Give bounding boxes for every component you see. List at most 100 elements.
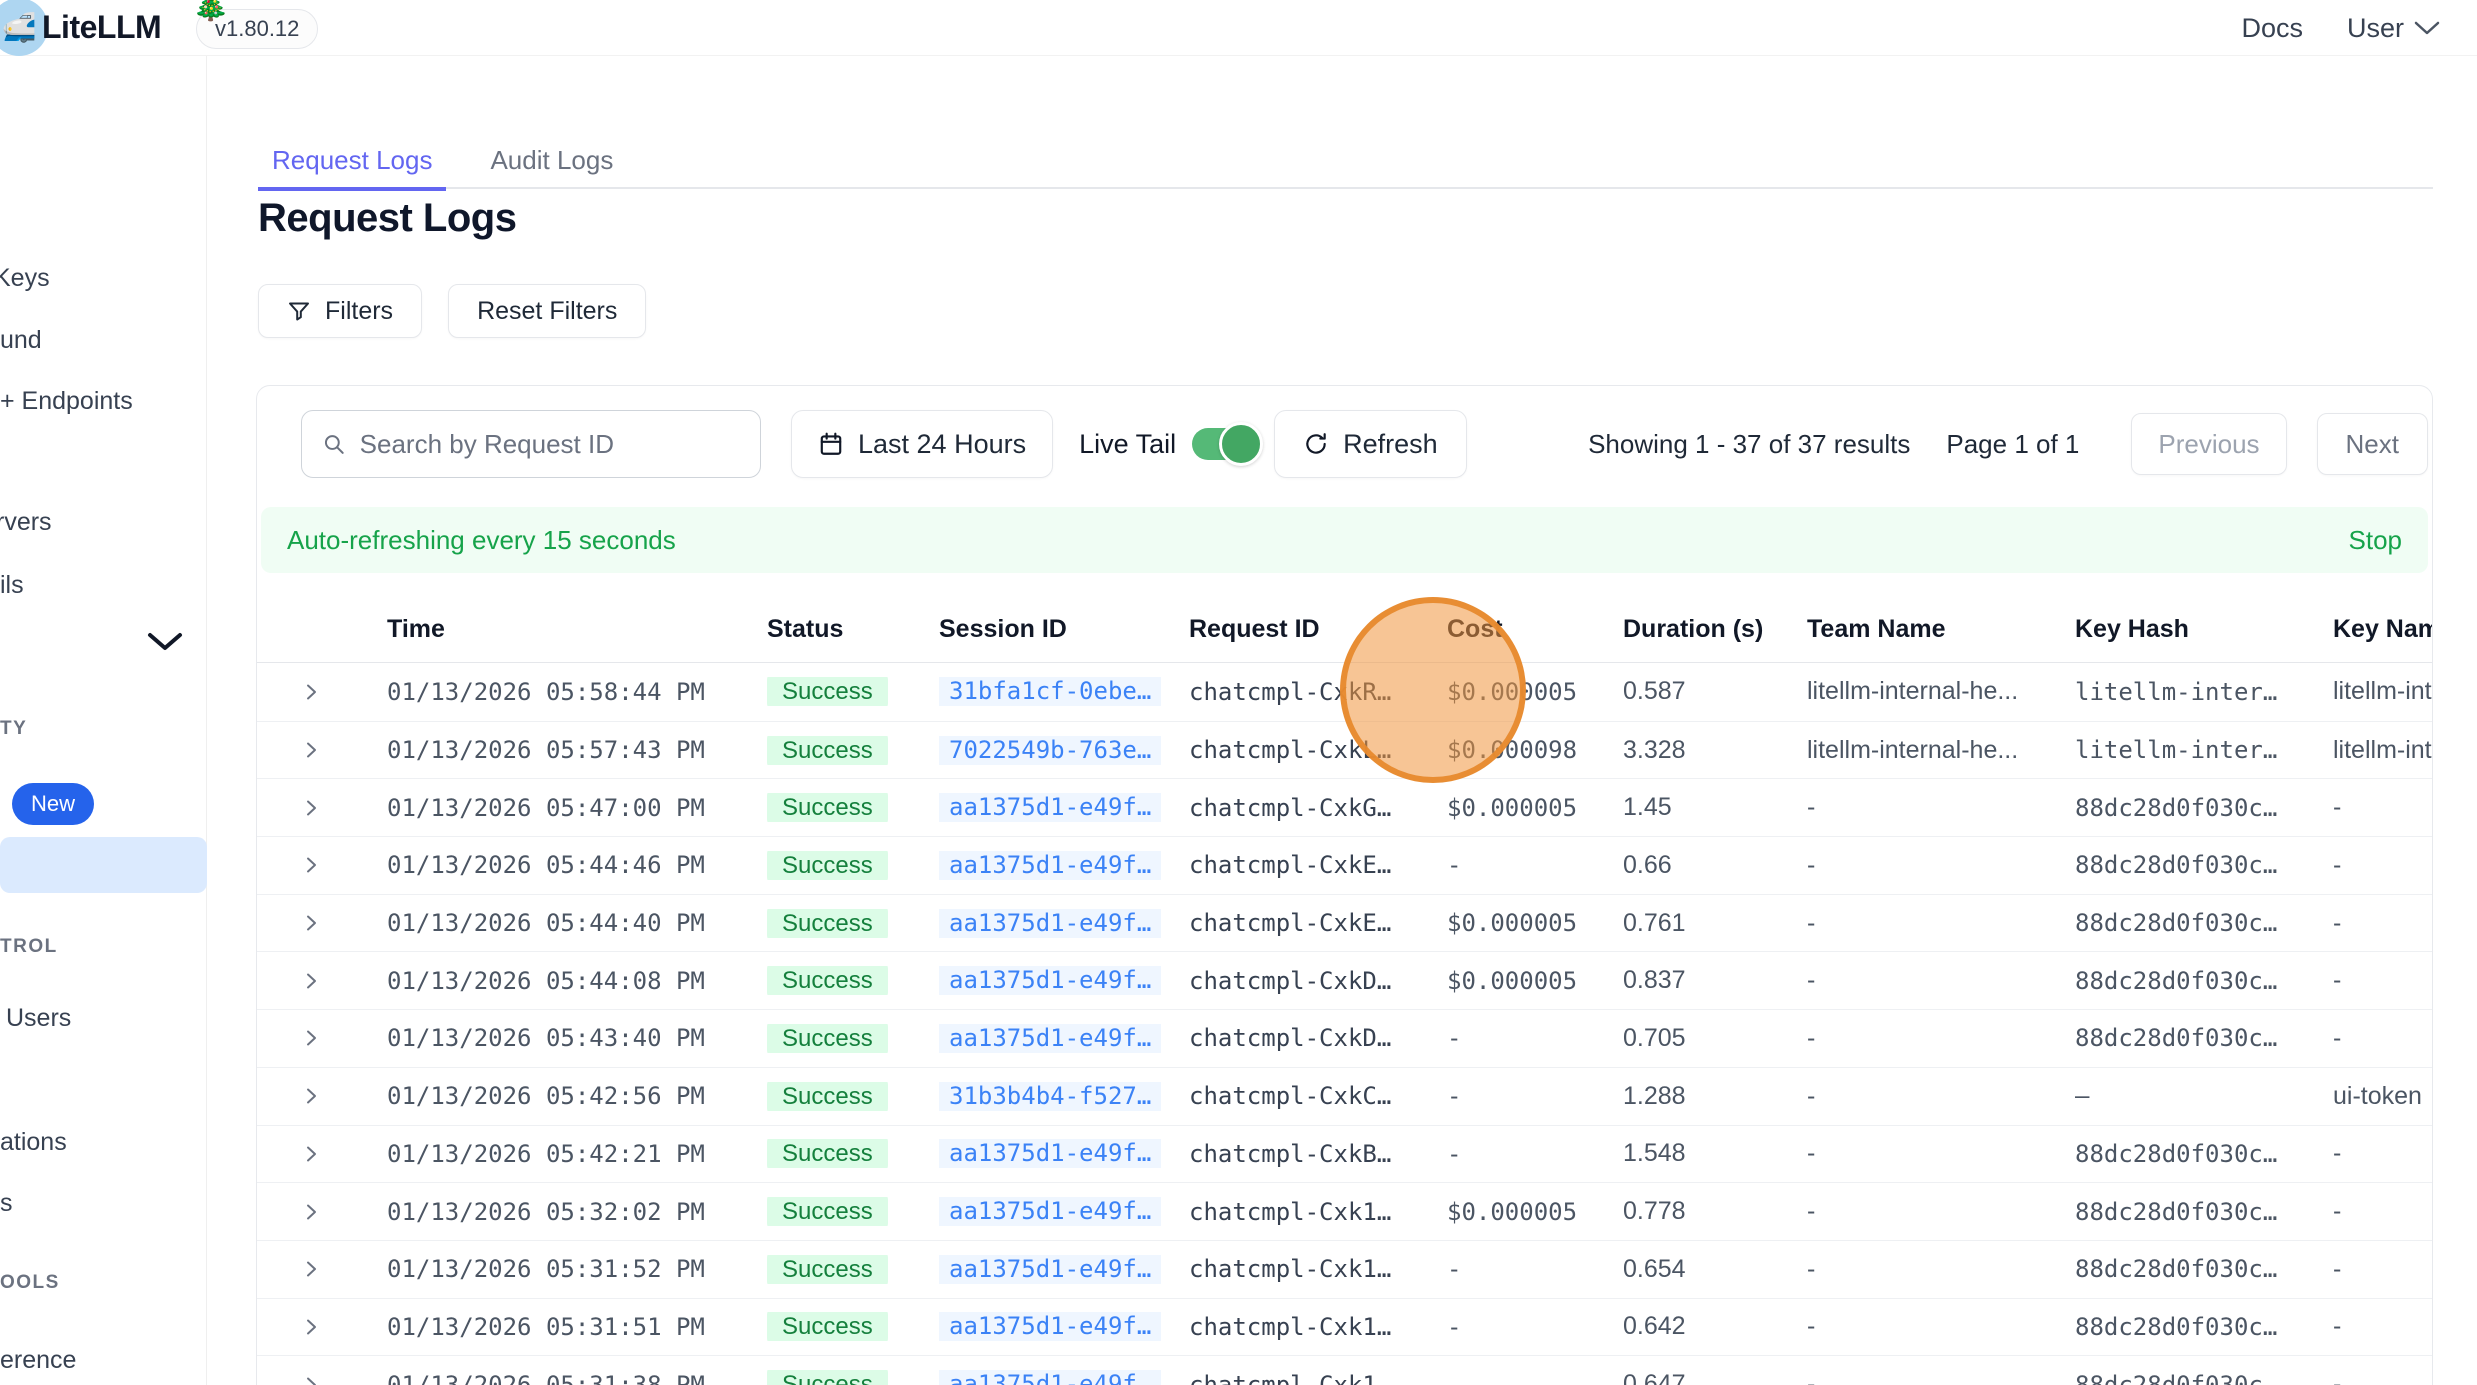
stop-auto-refresh-button[interactable]: Stop — [2349, 525, 2403, 556]
status-badge: Success — [767, 909, 888, 938]
sidebar-item-endpoints[interactable]: + Endpoints — [0, 387, 133, 416]
status-badge: Success — [767, 736, 888, 765]
row-status-cell: Success — [749, 1312, 921, 1341]
chevron-down-icon — [2414, 20, 2440, 36]
row-team-name: - — [1789, 1082, 2057, 1111]
row-expander-icon[interactable] — [257, 796, 369, 820]
status-badge: Success — [767, 677, 888, 706]
session-id-link[interactable]: aa1375d1-e49f… — [939, 1312, 1161, 1341]
sidebar-item-reference[interactable]: erence — [0, 1346, 76, 1375]
refresh-icon — [1303, 431, 1329, 457]
row-expander-icon[interactable] — [257, 1257, 369, 1281]
sidebar-section-observability: TY — [0, 718, 27, 740]
row-time: 01/13/2026 05:57:43 PM — [369, 736, 749, 764]
row-expander-icon[interactable] — [257, 1084, 369, 1108]
sidebar-item-guardrails[interactable]: ils — [0, 571, 24, 600]
session-id-link[interactable]: aa1375d1-e49f… — [939, 1255, 1161, 1284]
previous-page-button[interactable]: Previous — [2131, 413, 2286, 475]
live-tail-toggle[interactable] — [1192, 428, 1256, 460]
row-request-id: chatcmpl-CxkC… — [1171, 1082, 1429, 1110]
row-session-cell: aa1375d1-e49f… — [921, 1255, 1171, 1284]
search-input[interactable] — [360, 429, 740, 460]
row-time: 01/13/2026 05:43:40 PM — [369, 1024, 749, 1052]
session-id-link[interactable]: aa1375d1-e49f… — [939, 1024, 1161, 1053]
session-id-link[interactable]: 7022549b-763e… — [939, 736, 1161, 765]
row-key-hash: 88dc28d0f030c… — [2057, 1371, 2315, 1385]
table-row: 01/13/2026 05:31:38 PM Success aa1375d1-e4… — [257, 1355, 2432, 1385]
docs-link[interactable]: Docs — [2241, 13, 2303, 44]
row-key-name: litellm-int — [2315, 736, 2432, 765]
row-key-name: - — [2315, 1312, 2432, 1341]
filters-button[interactable]: Filters — [258, 284, 422, 338]
row-duration: 0.66 — [1605, 851, 1789, 880]
search-icon — [322, 431, 346, 457]
table-body: 01/13/2026 05:58:44 PMSuccess31bfa1cf-0e… — [257, 663, 2432, 1385]
row-time: 01/13/2026 05:32:02 PM — [369, 1198, 749, 1226]
sidebar-item-servers[interactable]: rvers — [0, 508, 52, 537]
session-id-link[interactable]: aa1375d1-e49f… — [939, 1139, 1161, 1168]
row-key-hash: litellm-inter… — [2057, 678, 2315, 706]
row-key-name: - — [2315, 1370, 2432, 1385]
status-badge: Success — [767, 1082, 888, 1111]
reset-filters-button[interactable]: Reset Filters — [448, 284, 646, 338]
row-session-cell: aa1375d1-e49f… — [921, 851, 1171, 880]
row-status-cell: Success — [749, 677, 921, 706]
row-expander-icon[interactable] — [257, 1200, 369, 1224]
row-cost: $0.000005 — [1429, 967, 1605, 995]
row-duration: 1.45 — [1605, 793, 1789, 822]
session-id-link[interactable]: aa1375d1-e49f… — [939, 909, 1161, 938]
filter-actions: Filters Reset Filters — [258, 284, 646, 338]
row-expander-icon[interactable] — [257, 738, 369, 762]
row-status-cell: Success — [749, 1197, 921, 1226]
row-session-cell: aa1375d1-e49f… — [921, 909, 1171, 938]
row-key-hash: 88dc28d0f030c… — [2057, 851, 2315, 879]
sidebar-item-teams[interactable]: s — [0, 1189, 13, 1218]
row-cost: - — [1429, 1024, 1605, 1052]
row-time: 01/13/2026 05:31:38 PM — [369, 1371, 749, 1385]
user-menu[interactable]: User — [2347, 13, 2440, 44]
row-team-name: - — [1789, 1312, 2057, 1341]
sidebar-item-playground[interactable]: und — [0, 326, 42, 355]
status-badge: Success — [767, 851, 888, 880]
sidebar-item-organizations[interactable]: ations — [0, 1128, 67, 1157]
table-row: 01/13/2026 05:44:40 PMSuccessaa1375d1-e4… — [257, 894, 2432, 952]
row-key-name: - — [2315, 1139, 2432, 1168]
tab-request-logs[interactable]: Request Logs — [258, 134, 446, 191]
row-expander-icon[interactable] — [257, 1373, 369, 1385]
row-request-id: chatcmpl-CxkD… — [1171, 967, 1429, 995]
row-request-id: chatcmpl-Cxk1… — [1171, 1313, 1429, 1341]
session-id-link[interactable]: aa1375d1-e49f… — [939, 1197, 1161, 1226]
row-key-hash: 88dc28d0f030c… — [2057, 794, 2315, 822]
session-id-link[interactable]: 31b3b4b4-f527… — [939, 1082, 1161, 1111]
next-page-button[interactable]: Next — [2317, 413, 2428, 475]
row-status-cell: Success — [749, 851, 921, 880]
row-time: 01/13/2026 05:31:51 PM — [369, 1313, 749, 1341]
session-id-link[interactable]: aa1375d1-e49f… — [939, 1370, 1161, 1385]
row-expander-icon[interactable] — [257, 911, 369, 935]
sidebar: Keys und + Endpoints rvers ils TY New TR… — [0, 56, 207, 1385]
sidebar-item-users[interactable]: Users — [6, 1004, 71, 1033]
status-badge: Success — [767, 1370, 888, 1385]
time-range-button[interactable]: Last 24 Hours — [791, 410, 1053, 478]
row-expander-icon[interactable] — [257, 853, 369, 877]
row-duration: 0.705 — [1605, 1024, 1789, 1053]
sidebar-collapse-chevron-icon[interactable] — [146, 631, 184, 658]
sidebar-item-active-logs[interactable] — [0, 837, 207, 893]
session-id-link[interactable]: aa1375d1-e49f… — [939, 966, 1161, 995]
row-key-name: - — [2315, 966, 2432, 995]
row-expander-icon[interactable] — [257, 1026, 369, 1050]
logs-toolbar: Last 24 Hours Live Tail Refresh Showing … — [301, 410, 2428, 478]
row-cost: - — [1429, 1082, 1605, 1110]
live-tail-label: Live Tail — [1079, 429, 1176, 460]
session-id-link[interactable]: 31bfa1cf-0ebe… — [939, 677, 1161, 706]
row-expander-icon[interactable] — [257, 680, 369, 704]
refresh-button[interactable]: Refresh — [1274, 410, 1467, 478]
session-id-link[interactable]: aa1375d1-e49f… — [939, 793, 1161, 822]
row-expander-icon[interactable] — [257, 1142, 369, 1166]
session-id-link[interactable]: aa1375d1-e49f… — [939, 851, 1161, 880]
row-expander-icon[interactable] — [257, 969, 369, 993]
row-expander-icon[interactable] — [257, 1315, 369, 1339]
row-key-hash: 88dc28d0f030c… — [2057, 1024, 2315, 1052]
sidebar-item-keys[interactable]: Keys — [0, 264, 50, 293]
tab-audit-logs[interactable]: Audit Logs — [476, 134, 627, 191]
